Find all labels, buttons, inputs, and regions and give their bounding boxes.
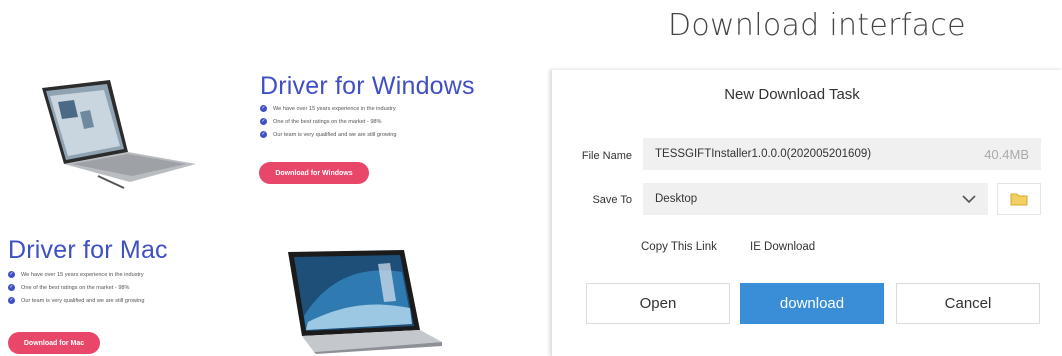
list-item: ✓ We have over 15 years experience in the… <box>260 105 396 112</box>
check-circle-icon: ✓ <box>260 105 267 112</box>
file-name-field[interactable]: TESSGIFTInstaller1.0.0.0(202005201609) 4… <box>643 138 1041 170</box>
check-circle-icon: ✓ <box>8 297 15 304</box>
list-item: ✓ Our team is very qualified and we are s… <box>260 131 397 138</box>
save-to-label: Save To <box>592 194 632 206</box>
ie-download-button[interactable]: IE Download <box>750 241 815 253</box>
new-download-task-dialog: New Download Task File Name TESSGIFTInst… <box>551 70 1062 356</box>
macbook-image <box>288 250 442 354</box>
surface-tablet-image <box>42 80 196 189</box>
copy-link-button[interactable]: Copy This Link <box>641 241 717 253</box>
save-to-value: Desktop <box>655 193 698 205</box>
check-circle-icon: ✓ <box>260 131 267 138</box>
folder-icon <box>1010 193 1028 206</box>
cancel-button[interactable]: Cancel <box>896 283 1040 324</box>
browse-folder-button[interactable] <box>997 183 1041 215</box>
windows-feature-list: ✓ We have over 15 years experience in the… <box>260 102 396 141</box>
check-circle-icon: ✓ <box>8 284 15 291</box>
file-size: 40.4MB <box>984 146 1029 162</box>
check-circle-icon: ✓ <box>8 271 15 278</box>
mac-feature-list: ✓ We have over 15 years experience in the… <box>8 268 144 307</box>
dialog-title: New Download Task <box>724 86 860 103</box>
download-for-windows-button[interactable]: Download for Windows <box>259 162 369 184</box>
download-for-mac-button[interactable]: Download for Mac <box>8 332 100 354</box>
download-button[interactable]: download <box>740 283 884 324</box>
open-button[interactable]: Open <box>586 283 730 324</box>
windows-driver-title: Driver for Windows <box>260 72 475 100</box>
page-title: Download interface <box>668 8 966 43</box>
chevron-down-icon <box>962 194 976 203</box>
save-to-select[interactable]: Desktop <box>643 183 988 215</box>
list-item: ✓ Our team is very qualified and we are s… <box>8 297 145 304</box>
list-item: ✓ One of the best ratings on the market -… <box>8 284 130 291</box>
list-item: ✓ We have over 15 years experience in the… <box>8 271 144 278</box>
list-item: ✓ One of the best ratings on the market -… <box>260 118 382 125</box>
mac-driver-title: Driver for Mac <box>8 236 168 264</box>
file-name-value: TESSGIFTInstaller1.0.0.0(202005201609) <box>655 148 872 160</box>
check-circle-icon: ✓ <box>260 118 267 125</box>
file-name-label: File Name <box>581 150 632 162</box>
